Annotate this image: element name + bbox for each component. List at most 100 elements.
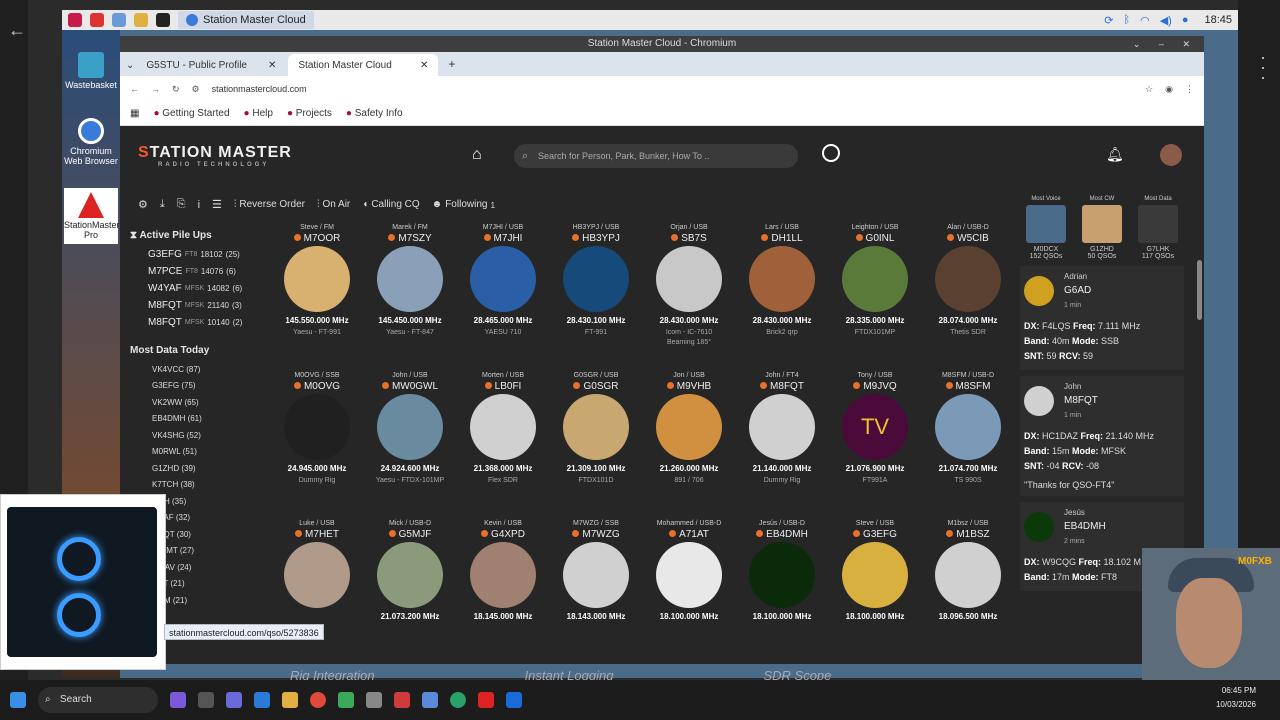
most-data[interactable]: Most Data G7LHK 117 QSOs [1132,196,1184,260]
following-button[interactable]: ☻ Following 1 [432,199,495,210]
station-card[interactable]: M1bsz / USB M1BSZ 18.096.500 MHz [921,520,1015,625]
sync-icon[interactable]: ⟳ [1104,14,1113,27]
station-card[interactable]: Luke / USB M7HET [270,520,364,612]
info-icon[interactable]: i [198,199,200,211]
station-card[interactable]: Lars / USB DH1LL 28.430.000 MHz Brick2 qrp [735,224,829,336]
station-card[interactable]: Kevin / USB G4XPD 18.145.000 MHz [456,520,550,625]
edge-icon[interactable] [254,692,270,708]
menu-icon[interactable]: ⋮ [1185,84,1194,95]
bookmark-projects[interactable]: ● Projects [287,108,332,119]
mostdata-item[interactable]: VK2WW (65) [130,394,258,411]
pileup-item[interactable]: G3EFG FT8 18102 (25) [130,246,258,263]
bookmark-help[interactable]: ● Help [244,108,273,119]
station-card[interactable]: Jesús / USB-D EB4DMH 18.100.000 MHz [735,520,829,625]
station-card[interactable]: M7JHI / USB M7JHI 28.465.000 MHz YAESU 710 [456,224,550,336]
folder-icon[interactable] [134,13,148,27]
tab-station-master[interactable]: Station Master Cloud ✕ [288,54,439,76]
station-card[interactable]: Orjan / USB SB7S 28.430.000 MHz Icom - IC-7… [642,224,736,346]
tab-search-icon[interactable]: ⌄ [126,60,134,71]
reverse-order-button[interactable]: ⫶ Reverse Order [234,199,305,210]
station-card[interactable]: G0SGR / USB G0SGR 21.309.100 MHz FTDX101D [549,372,643,484]
station-card[interactable]: Steve / USB G3EFG 18.100.000 MHz [828,520,922,625]
mostdata-item[interactable]: VK4SHG (52) [130,427,258,444]
feed-item[interactable]: Adrian G6AD 1 min DX: F4LQS Freq: 7.111 MHz… [1020,266,1184,370]
scrollbar[interactable] [1197,260,1202,320]
download-icon[interactable]: ⤓ [160,198,165,211]
close-icon[interactable]: ✕ [268,60,276,71]
search-input[interactable]: ⌕ Search for Person, Park, Bunker, How To… [514,144,798,168]
mostdata-item[interactable]: K7TCH (38) [130,477,258,494]
station-card[interactable]: John / USB MW0GWL 24.924.600 MHz Yaesu - FT… [363,372,457,484]
bell-icon[interactable]: 🔔︎ [1106,146,1124,163]
reload-icon[interactable]: ↻ [172,84,180,95]
windows-start-icon[interactable] [10,692,26,708]
pileup-item[interactable]: M8FQT MFSK 21140 (3) [130,297,258,314]
most-voice[interactable]: Most Voice M0DCX 152 QSOs [1020,196,1072,260]
window-controls[interactable]: ⌄ – ✕ [1133,36,1198,52]
mostdata-item[interactable]: VK4VCC (87) [130,361,258,378]
task-chromium[interactable]: Station Master Cloud [178,11,314,29]
wifi-icon[interactable]: ◠ [1140,14,1150,27]
list-icon[interactable]: ☰ [212,198,222,211]
pileup-item[interactable]: M7PCE FT8 14076 (6) [130,263,258,280]
station-card[interactable]: Marek / FM M7SZY 145.450.000 MHz Yaesu - FT… [363,224,457,336]
app-icon[interactable] [366,692,382,708]
app-icon[interactable] [506,692,522,708]
task-view-icon[interactable] [198,692,214,708]
station-card[interactable]: Mick / USB-D G5MJF 21.073.200 MHz [363,520,457,625]
explorer-icon[interactable] [282,692,298,708]
app-icon[interactable] [422,692,438,708]
desktop-icon-wastebasket[interactable]: Wastebasket [64,52,118,90]
home-icon[interactable]: ⌂ [472,146,482,164]
logo[interactable]: STATION MASTER RADIO TECHNOLOGY [138,144,292,168]
terminal-icon[interactable] [156,13,170,27]
calling-cq-button[interactable]: ◖ Calling CQ [362,199,419,210]
app-icon[interactable] [338,692,354,708]
station-card[interactable]: Mohammed / USB-D A71AT 18.100.000 MHz [642,520,736,625]
more-vert-icon[interactable]: · · · [1260,48,1266,86]
copilot-icon[interactable] [170,692,186,708]
mic-icon[interactable]: ● [1182,14,1189,26]
bookmark-safety[interactable]: ● Safety Info [346,108,403,119]
back-arrow-icon[interactable]: ← [8,20,26,41]
station-card[interactable]: Leighton / USB G0INL 28.335.000 MHz FTDX101… [828,224,922,336]
back-icon[interactable]: ← [130,84,139,94]
bookmark-getting-started[interactable]: ● Getting Started [153,108,229,119]
star-icon[interactable]: ☆ [1145,84,1153,95]
globe-icon[interactable] [112,13,126,27]
avatar[interactable] [1160,144,1182,166]
desktop-icon-stationmaster[interactable]: StationMaster Pro [64,188,120,244]
pileup-item[interactable]: W4YAF MFSK 14082 (6) [130,280,258,297]
apps-icon[interactable]: ▦ [130,108,139,119]
station-card[interactable]: Steve / FM M7OOR 145.550.000 MHz Yaesu - FT… [270,224,364,336]
site-info-icon[interactable]: ⚙ [192,84,200,95]
raspberry-icon[interactable] [68,13,82,27]
stationmaster-icon[interactable] [478,692,494,708]
export-icon[interactable]: ⎘ [177,198,186,211]
station-card[interactable]: M8SFM / USB-D M8SFM 21.074.700 MHz TS 990S [921,372,1015,484]
station-card[interactable]: Tony / USB M9JVQ TV 21.076.900 MHz FT991A [828,372,922,484]
mostdata-item[interactable]: G1ZHD (39) [130,460,258,477]
station-card[interactable]: John / FT4 M8FQT 21.140.000 MHz Dummy Rig [735,372,829,484]
station-card[interactable]: M7WZG / SSB M7WZG 18.143.000 MHz [549,520,643,625]
chrome-icon[interactable] [310,692,326,708]
mostdata-item[interactable]: M0RWL (51) [130,444,258,461]
station-card[interactable]: Jon / USB M9VHB 21.260.000 MHz 891 / 706 [642,372,736,484]
url-field[interactable]: stationmastercloud.com [212,84,307,94]
mostdata-item[interactable]: EB4DMH (61) [130,411,258,428]
new-tab-icon[interactable]: + [448,57,455,71]
account-icon[interactable] [822,144,840,162]
alert-icon[interactable] [90,13,104,27]
settings-icon[interactable]: ⚙ [138,198,148,211]
whatsapp-icon[interactable] [450,692,466,708]
tab-profile[interactable]: G5STU - Public Profile ✕ [136,54,286,76]
station-card[interactable]: Morten / USB LB0FI 21.368.000 MHz Flex SDR [456,372,550,484]
desktop-icon-chromium[interactable]: Chromium Web Browser [64,118,118,166]
feed-item[interactable]: John M8FQT 1 min DX: HC1DAZ Freq: 21.140 MH… [1020,376,1184,496]
most-cw[interactable]: Most CW G1ZHD 50 QSOs [1076,196,1128,260]
forward-icon[interactable]: → [151,84,160,94]
profile-icon[interactable]: ◉ [1165,84,1173,95]
app-icon[interactable] [394,692,410,708]
pileup-item[interactable]: M8FQT MFSK 10140 (2) [130,314,258,331]
bluetooth-icon[interactable]: ᛒ [1123,14,1130,26]
